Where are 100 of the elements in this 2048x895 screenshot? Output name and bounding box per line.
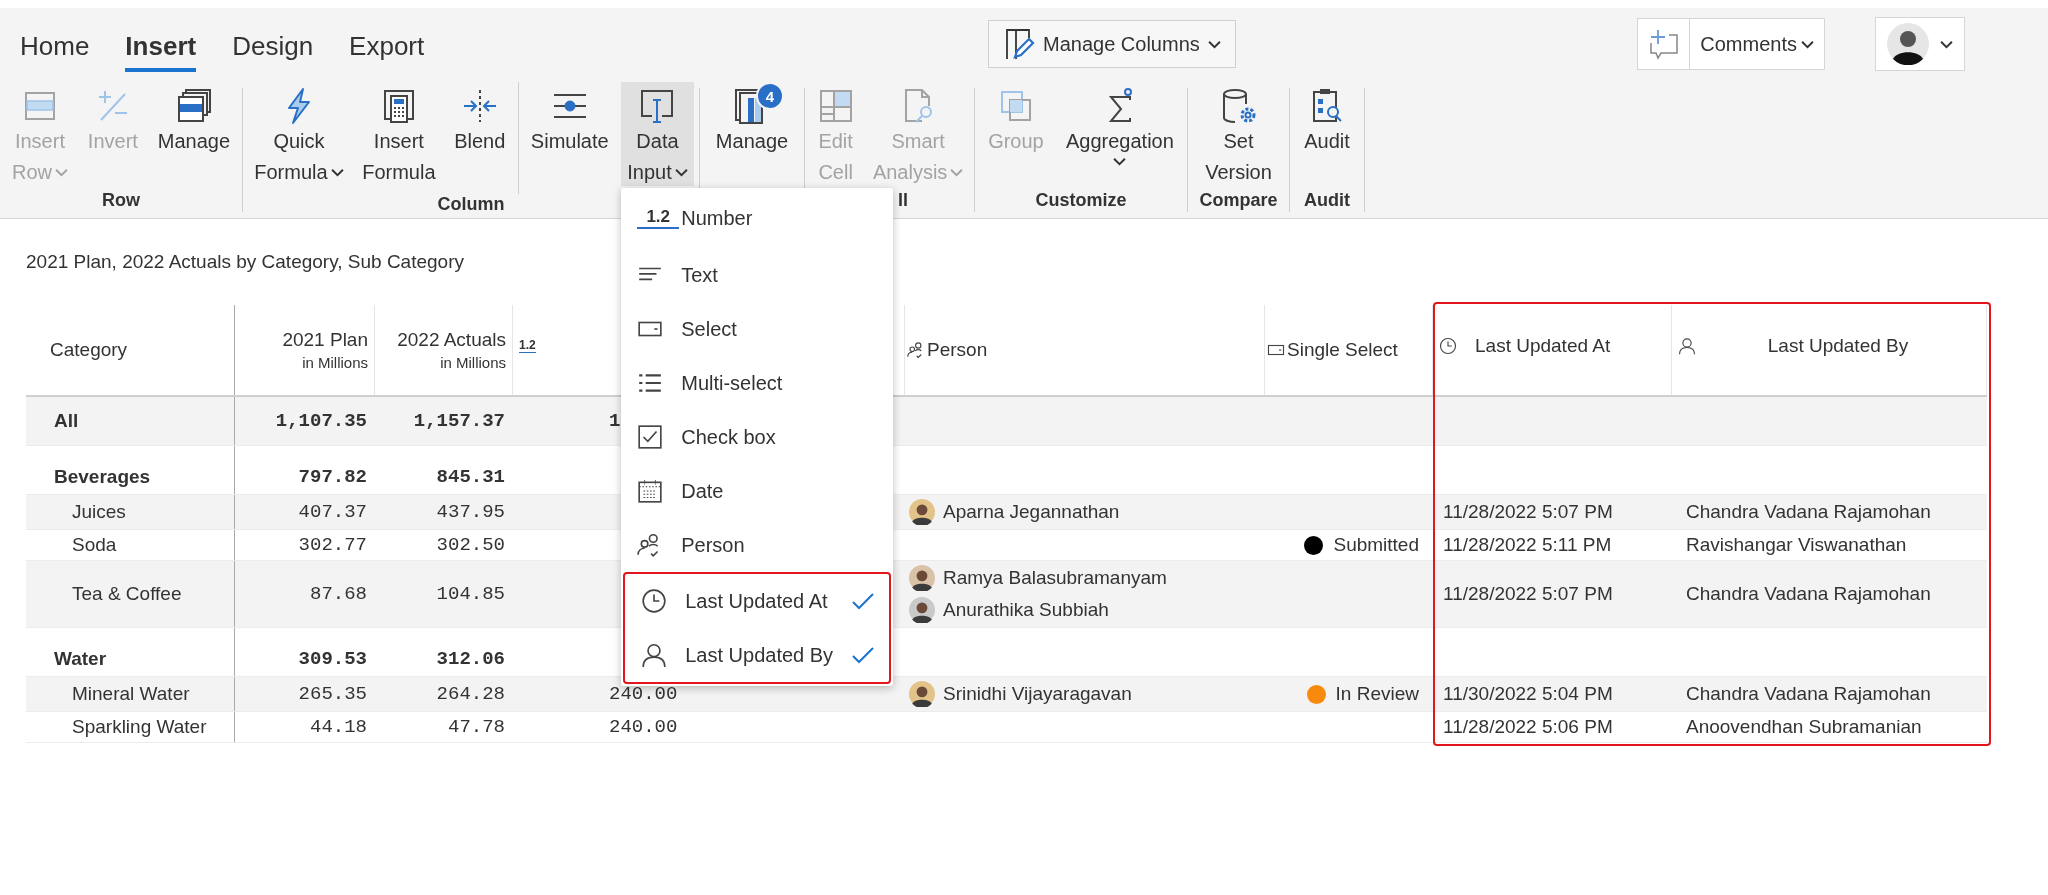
ribbon-button[interactable]: Quick Formula [248, 82, 350, 186]
column-header: Category [50, 339, 128, 361]
status-label: Submitted [1333, 534, 1419, 556]
group-label: Row [102, 189, 140, 211]
ribbon-button[interactable]: Audit [1298, 82, 1356, 186]
tab[interactable]: Design [232, 22, 314, 72]
tab[interactable]: Export [349, 22, 425, 72]
table-cell: Anoovendhan Subramanian [1686, 716, 1922, 738]
avatar-icon [909, 681, 935, 707]
table-cell: 11/28/2022 5:07 PM [1443, 501, 1613, 523]
menu-item[interactable]: Last Updated By [625, 628, 890, 682]
table-cell: Chandra Vadana Rajamohan [1686, 683, 1931, 705]
table-cell: 11/28/2022 5:07 PM [1443, 583, 1613, 605]
status-label: In Review [1335, 683, 1419, 705]
table-cell: 312.06 [436, 648, 505, 670]
column-header: Single Select [1287, 339, 1398, 361]
calendar-icon [637, 478, 664, 504]
clock-icon [1439, 337, 1457, 355]
table-cell: Chandra Vadana Rajamohan [1686, 501, 1931, 523]
count-badge: 4 [756, 82, 784, 110]
table-cell: Chandra Vadana Rajamohan [1686, 583, 1931, 605]
caret-icon [1113, 157, 1127, 166]
ribbon-button[interactable]: Manage [151, 82, 237, 186]
caret-icon [674, 168, 688, 177]
ribbon-button[interactable]: Set Version [1199, 82, 1278, 186]
group-label: Customize [1035, 189, 1127, 211]
table-cell: 302.77 [298, 534, 367, 556]
column-header: Last Updated At [1474, 335, 1612, 357]
account-button[interactable] [1875, 17, 1965, 71]
caret-icon [330, 168, 344, 177]
person-name: Anurathika Subbiah [943, 599, 1109, 621]
user-icon [641, 642, 668, 668]
menu-item[interactable]: Text [621, 248, 894, 302]
table-cell: 104.85 [436, 583, 505, 605]
unit-label: in Millions [440, 354, 506, 371]
group-label: ll [898, 189, 908, 211]
menu-item[interactable]: Person [621, 518, 894, 572]
person-name: Ramya Balasubramanyam [943, 567, 1167, 589]
table-cell: 240.00 [609, 683, 678, 705]
table-cell: 264.28 [436, 683, 505, 705]
table-cell: Ravishangar Viswanathan [1686, 534, 1907, 556]
table-cell: 1,157.37 [413, 410, 505, 432]
menu-item[interactable]: Date [621, 464, 894, 518]
table-cell: Beverages [54, 466, 151, 488]
table-cell: Sparkling Water [72, 716, 207, 738]
menu-item[interactable]: Last Updated At [625, 574, 890, 628]
avatar-icon [909, 499, 935, 525]
tab[interactable]: Home [20, 22, 90, 72]
checkmark-icon [851, 591, 876, 611]
table-cell: 240.00 [609, 716, 678, 738]
people-icon [907, 341, 925, 359]
table-cell: 11/28/2022 5:06 PM [1443, 716, 1613, 738]
table-cell: 1 [609, 410, 621, 432]
unit-label: in Millions [302, 354, 368, 371]
menu-item[interactable]: Multi-select [621, 356, 894, 410]
table-cell: 11/28/2022 5:11 PM [1443, 534, 1612, 556]
clock-icon [641, 588, 668, 614]
report-title: 2021 Plan, 2022 Actuals by Category, Sub Category [26, 251, 465, 273]
tab[interactable]: Insert [125, 22, 197, 72]
table-cell: 309.53 [298, 648, 367, 670]
caret-icon [1939, 39, 1953, 49]
ribbon-button[interactable]: Simulate [524, 82, 615, 186]
table-cell: 265.35 [298, 683, 367, 705]
caret-icon [54, 168, 68, 177]
avatar-icon [909, 565, 935, 591]
menu-item[interactable]: Check box [621, 410, 894, 464]
table-cell: Soda [72, 534, 117, 556]
menu-item[interactable]: Select [621, 302, 894, 356]
avatar-icon [909, 597, 935, 623]
ribbon-button[interactable]: 4 Manage [709, 82, 795, 186]
table-cell: 437.95 [436, 501, 505, 523]
avatar-icon [1887, 23, 1930, 65]
caret-icon [950, 168, 964, 177]
table-cell: 845.31 [436, 466, 505, 488]
column-header: Last Updated By [1766, 335, 1910, 357]
column-header: 2021 Plan [282, 329, 368, 351]
column-header: 2022 Actuals [397, 329, 506, 351]
table-cell: 797.82 [298, 466, 367, 488]
person-name: Aparna Jegannathan [943, 501, 1120, 523]
ribbon-button[interactable]: Data Input [621, 82, 694, 186]
table-cell: 1,107.35 [275, 410, 367, 432]
ribbon-button[interactable]: Insert Formula [356, 82, 442, 186]
caret-icon [1207, 39, 1221, 49]
table-cell: 44.18 [310, 716, 367, 738]
ribbon-button[interactable]: Aggregation [1060, 82, 1180, 186]
table-cell: Juices [72, 501, 126, 523]
manage-columns-button[interactable]: Manage Columns [988, 20, 1236, 68]
table-cell: Tea & Coffee [72, 583, 182, 605]
table-cell: 87.68 [310, 583, 367, 605]
group-label: Compare [1199, 189, 1278, 211]
person-name: Srinidhi Vijayaragavan [943, 683, 1132, 705]
ribbon-button[interactable]: Blend [448, 82, 512, 186]
table-cell: 11/30/2022 5:04 PM [1443, 683, 1613, 705]
caret-icon [1801, 39, 1814, 49]
table-cell: 302.50 [436, 534, 505, 556]
group-label: Column [437, 194, 505, 215]
column-header: Person [927, 339, 988, 361]
menu-item[interactable]: 1.2 Number [621, 188, 894, 248]
checkbox-icon [637, 424, 664, 450]
user-icon [1678, 337, 1696, 355]
